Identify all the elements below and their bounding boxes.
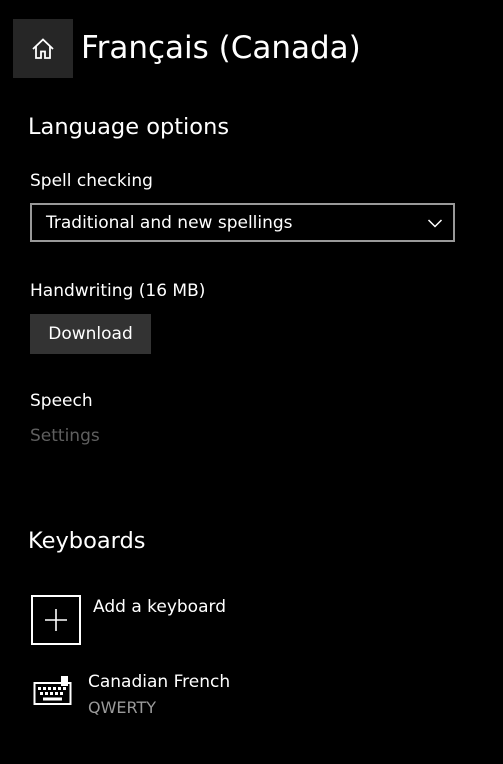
handwriting-label: Handwriting (16 MB) <box>30 281 206 301</box>
keyboard-name: Canadian French <box>88 672 231 692</box>
speech-settings-link[interactable]: Settings <box>30 426 100 446</box>
keyboards-heading: Keyboards <box>28 528 146 554</box>
download-button[interactable]: Download <box>30 314 151 354</box>
home-icon <box>32 37 54 59</box>
keyboard-icon <box>33 676 72 705</box>
chevron-down-icon <box>427 219 443 228</box>
add-keyboard-button[interactable] <box>31 595 81 645</box>
keyboard-layout: QWERTY <box>88 698 157 717</box>
page-title: Français (Canada) <box>81 30 361 66</box>
language-options-heading: Language options <box>28 114 230 140</box>
speech-label: Speech <box>30 391 93 411</box>
spell-checking-dropdown[interactable]: Traditional and new spellings <box>30 203 455 242</box>
spell-checking-label: Spell checking <box>30 171 153 191</box>
home-button[interactable] <box>13 19 73 78</box>
plus-icon <box>45 609 67 631</box>
spell-checking-selected-value: Traditional and new spellings <box>46 212 293 233</box>
add-keyboard-label[interactable]: Add a keyboard <box>93 597 226 617</box>
